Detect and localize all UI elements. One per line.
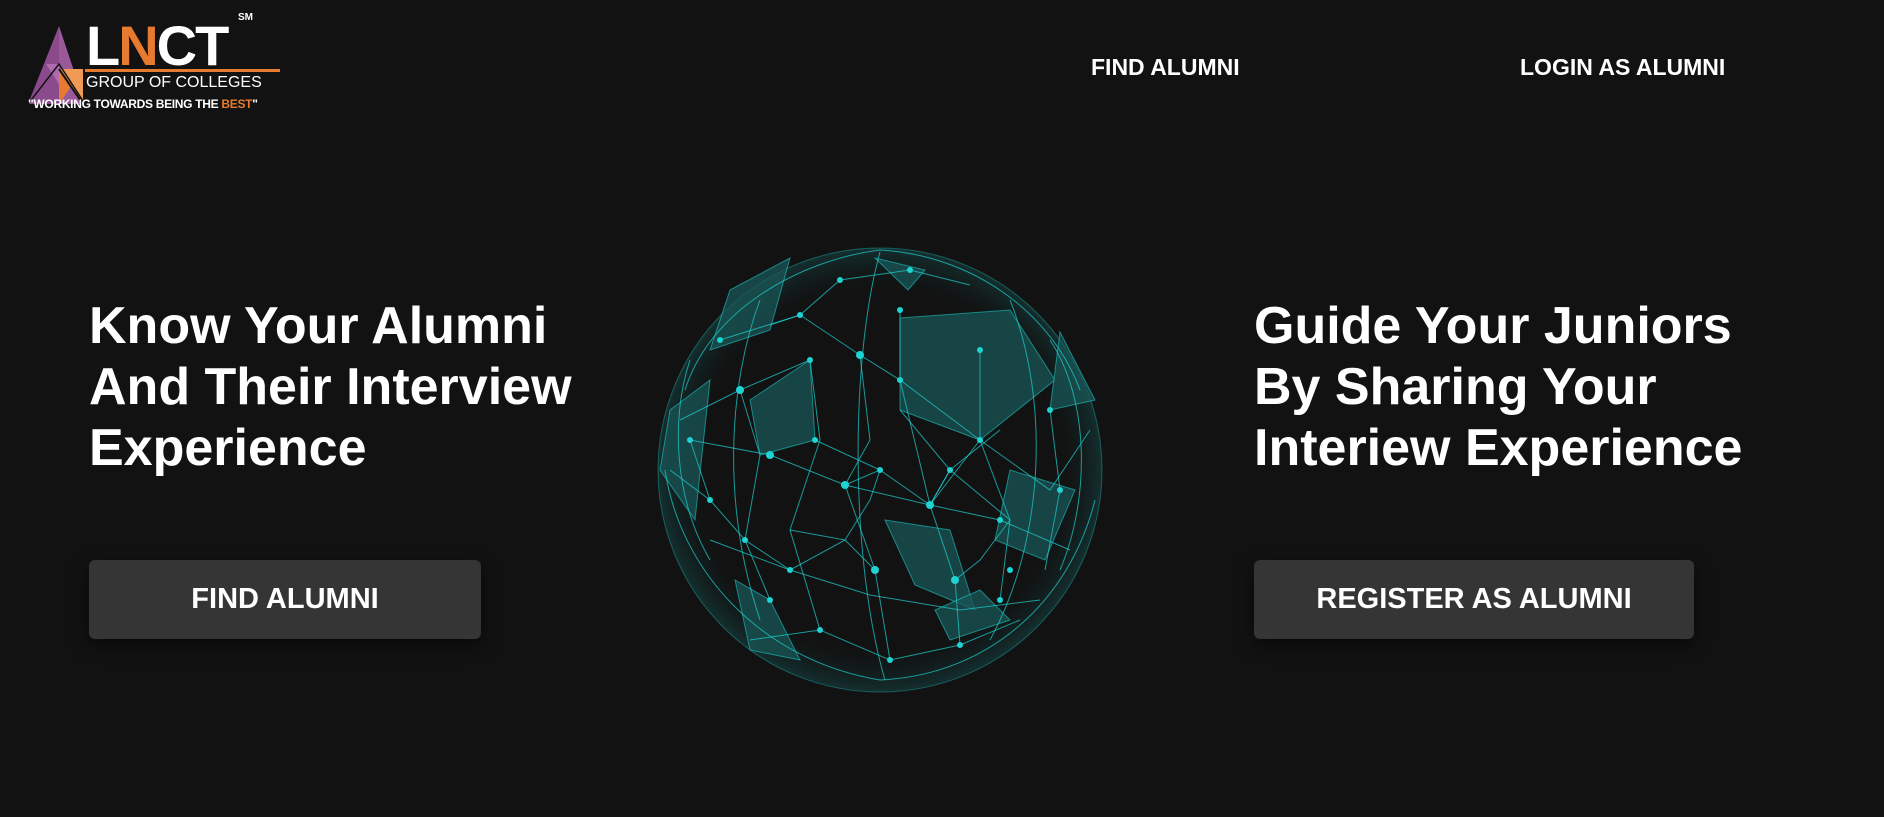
register-as-alumni-button[interactable]: REGISTER AS ALUMNI xyxy=(1254,560,1694,639)
logo-letters-ct: CT xyxy=(156,14,230,77)
hero-right-line-1: Guide Your Juniors xyxy=(1254,297,1732,355)
hero-right-line-3: Interiew Experience xyxy=(1254,419,1743,477)
lnct-logo[interactable]: LNCT SM GROUP OF COLLEGES "WORKING TOWAR… xyxy=(28,12,280,116)
triangle-logo-icon xyxy=(28,26,86,105)
hero-left-line-2: And Their Interview xyxy=(89,358,572,416)
nav-login-as-alumni-link[interactable]: LOGIN AS ALUMNI xyxy=(1520,54,1725,81)
logo-wordmark: LNCT xyxy=(86,18,229,74)
find-alumni-button[interactable]: FIND ALUMNI xyxy=(89,560,481,639)
logo-subtitle: GROUP OF COLLEGES xyxy=(86,74,262,91)
logo-trademark: SM xyxy=(238,12,253,23)
hero-right-line-2: By Sharing Your xyxy=(1254,358,1657,416)
logo-underline xyxy=(85,69,280,72)
hero-left-line-1: Know Your Alumni xyxy=(89,297,548,355)
logo-tagline-prefix: "WORKING TOWARDS BEING THE xyxy=(28,97,222,111)
hero-left-line-3: Experience xyxy=(89,419,367,477)
logo-tagline: "WORKING TOWARDS BEING THE BEST" xyxy=(28,97,258,111)
logo-tagline-highlight: BEST xyxy=(221,97,253,111)
network-globe-icon xyxy=(657,247,1103,693)
nav-find-alumni-link[interactable]: FIND ALUMNI xyxy=(1091,54,1240,81)
hero-left-heading: Know Your Alumni And Their Interview Exper… xyxy=(89,296,572,479)
logo-tagline-suffix: " xyxy=(252,97,258,111)
hero-right-heading: Guide Your Juniors By Sharing Your Interie… xyxy=(1254,296,1742,479)
logo-letter-n: N xyxy=(118,14,158,77)
page: LNCT SM GROUP OF COLLEGES "WORKING TOWAR… xyxy=(0,0,1884,817)
logo-letter-l: L xyxy=(86,14,120,77)
